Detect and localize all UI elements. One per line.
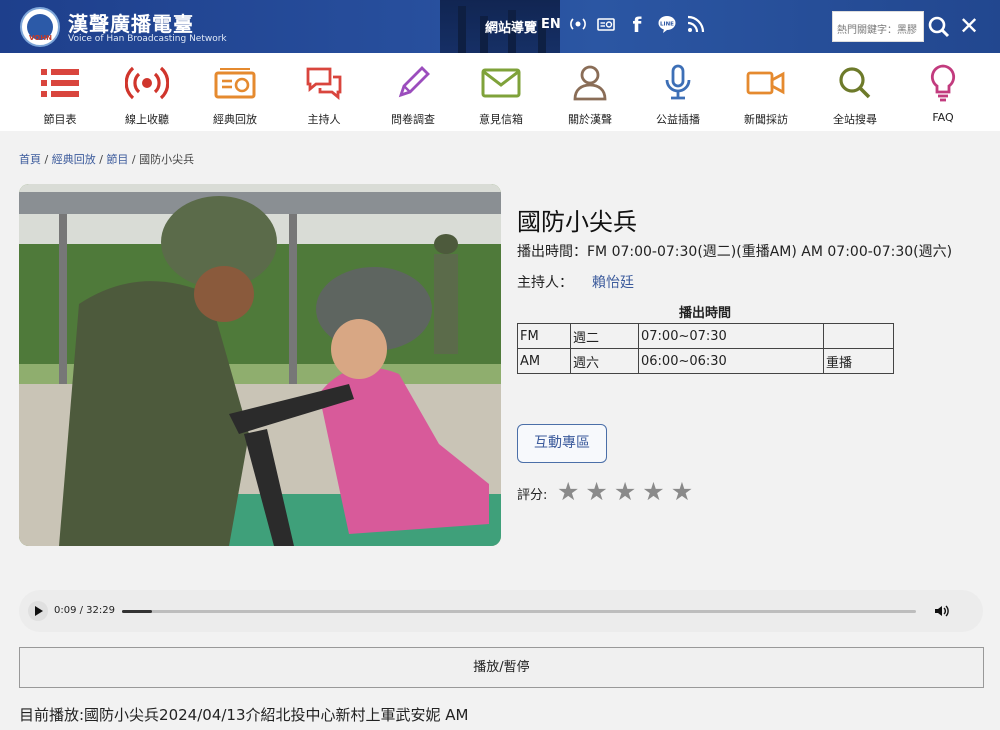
english-link[interactable]: EN — [541, 17, 561, 32]
radio-icon — [214, 68, 256, 99]
progress-bar[interactable] — [122, 610, 916, 613]
airtime-text: 播出時間：FM 07:00-07:30(週二)(重播AM) AM 07:00-0… — [517, 244, 953, 260]
microphone-icon — [665, 64, 691, 100]
top-header: VOHN 漢聲廣播電臺 Voice of Han Broadcasting Ne… — [0, 0, 1000, 53]
search-icon — [839, 67, 871, 99]
nav-label: 全站搜尋 — [833, 113, 877, 126]
table-cell: AM — [517, 348, 571, 374]
search-input[interactable]: 熱門關鍵字：黑膠 — [832, 11, 924, 42]
program-photo — [19, 184, 501, 546]
schedule-table: FM 週二 07:00~07:30 AM 週六 06:00~06:30 重播 — [517, 323, 894, 374]
nav-item-replay[interactable]: 經典回放 — [195, 63, 275, 127]
nav-item-program-schedule[interactable]: 節目表 — [20, 63, 100, 127]
nav-item-news[interactable]: 新聞採訪 — [726, 63, 806, 127]
facebook-icon[interactable]: f — [625, 14, 649, 36]
program-title: 國防小尖兵 — [517, 208, 637, 236]
list-icon — [41, 69, 79, 97]
nav-item-about[interactable]: 關於漢聲 — [550, 63, 630, 127]
nav-item-mailbox[interactable]: 意見信箱 — [461, 63, 541, 127]
table-cell: 週六 — [570, 348, 639, 374]
video-camera-icon — [746, 71, 785, 95]
progress-fill — [122, 610, 152, 613]
now-playing-text: 目前播放:國防小尖兵2024/04/13介紹北投中心新村上軍武安妮 AM — [19, 706, 469, 724]
rating-stars: ★★★★★ — [557, 477, 699, 506]
nav-item-hosts[interactable]: 主持人 — [284, 63, 364, 127]
playback-time: 0:09 / 32:29 — [54, 605, 116, 616]
host-name-link[interactable]: 賴怡廷 — [592, 272, 634, 292]
schedule-caption: 播出時間 — [678, 306, 731, 321]
star-icon[interactable]: ★ — [585, 477, 613, 506]
star-icon[interactable]: ★ — [671, 477, 699, 506]
nav-item-survey[interactable]: 問卷調查 — [373, 63, 453, 127]
search-icon — [928, 16, 950, 38]
radio-icon[interactable] — [594, 14, 618, 40]
nav-label: 問卷調查 — [391, 113, 435, 126]
nav-item-psa[interactable]: 公益插播 — [638, 63, 718, 127]
table-cell: 06:00~06:30 — [638, 348, 824, 374]
star-icon[interactable]: ★ — [642, 477, 670, 506]
nav-item-search[interactable]: 全站搜尋 — [815, 63, 895, 127]
nav-label: 關於漢聲 — [568, 113, 612, 126]
nav-label: 節目表 — [43, 113, 77, 126]
lightbulb-icon — [930, 64, 956, 102]
station-logo[interactable]: VOHN — [20, 7, 60, 47]
host-label: 主持人： — [517, 275, 573, 291]
play-pause-button[interactable]: 播放/暫停 — [19, 647, 984, 688]
nav-label: 經典回放 — [213, 113, 257, 126]
breadcrumb-home[interactable]: 首頁 — [19, 153, 41, 166]
breadcrumb: 首頁 / 經典回放 / 節目 / 國防小尖兵 — [19, 153, 195, 166]
audio-player: 0:09 / 32:29 — [19, 590, 983, 632]
broadcast-icon[interactable] — [566, 14, 590, 40]
person-icon — [573, 65, 607, 101]
table-cell: 重播 — [823, 348, 894, 374]
table-row: FM 週二 07:00~07:30 — [517, 323, 894, 349]
play-icon[interactable] — [28, 601, 48, 621]
table-cell: 07:00~07:30 — [638, 323, 824, 349]
breadcrumb-replay[interactable]: 經典回放 — [52, 153, 96, 166]
pencil-icon — [398, 66, 430, 98]
table-cell: 週二 — [570, 323, 639, 349]
site-subtitle: Voice of Han Broadcasting Network — [68, 34, 227, 44]
nav-item-live[interactable]: 線上收聽 — [107, 63, 187, 127]
volume-icon[interactable] — [933, 602, 951, 620]
interactive-zone-button[interactable]: 互動專區 — [517, 424, 607, 463]
live-broadcast-icon — [125, 66, 169, 100]
breadcrumb-current: 國防小尖兵 — [139, 153, 195, 166]
mail-icon — [481, 68, 521, 98]
main-nav: 節目表 線上收聽 經典回放 主持人 問卷調查 意見信箱 關於漢聲 公益插播 新聞… — [0, 53, 1000, 131]
search-button[interactable] — [926, 11, 952, 42]
chat-bubbles-icon — [306, 67, 342, 100]
nav-label: 主持人 — [307, 113, 341, 126]
nav-label: 意見信箱 — [479, 113, 523, 126]
logo-text: VOHN — [29, 34, 52, 42]
breadcrumb-programs[interactable]: 節目 — [106, 153, 128, 166]
close-icon[interactable]: ✕ — [958, 13, 980, 39]
nav-item-faq[interactable]: FAQ — [903, 63, 983, 124]
table-cell: FM — [517, 323, 571, 349]
nav-label: FAQ — [932, 111, 954, 124]
table-cell — [823, 323, 894, 349]
rating-label: 評分: — [517, 488, 548, 503]
star-icon[interactable]: ★ — [614, 477, 642, 506]
star-icon[interactable]: ★ — [557, 477, 585, 506]
sitemap-link[interactable]: 網站導覽 — [485, 17, 537, 36]
table-row: AM 週六 06:00~06:30 重播 — [517, 348, 894, 374]
rss-icon[interactable] — [684, 14, 708, 40]
nav-label: 線上收聽 — [125, 113, 169, 126]
svg-text:LINE: LINE — [660, 22, 674, 28]
nav-label: 公益插播 — [656, 113, 700, 126]
site-title[interactable]: 漢聲廣播電臺 — [68, 8, 194, 37]
nav-label: 新聞採訪 — [744, 113, 788, 126]
line-icon[interactable]: LINE — [655, 14, 679, 40]
